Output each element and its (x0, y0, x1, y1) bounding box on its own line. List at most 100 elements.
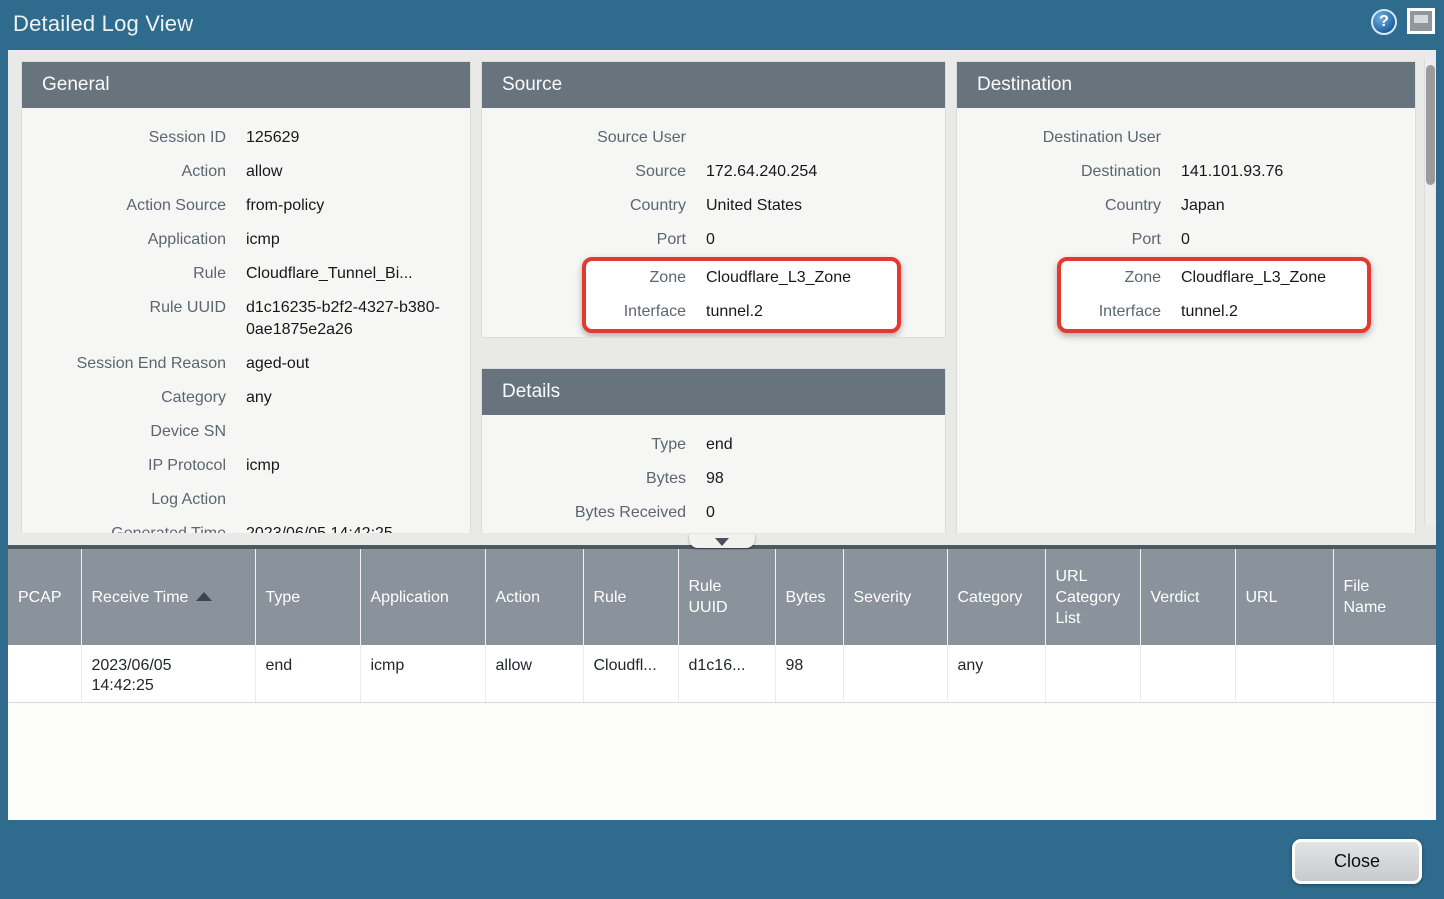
col-header-url-category-list[interactable]: URL Category List (1045, 549, 1140, 645)
cell-rule-uuid[interactable]: d1c16... (678, 645, 775, 703)
col-header-category[interactable]: Category (947, 549, 1045, 645)
field-value (246, 489, 460, 511)
cell-type[interactable]: end (255, 645, 360, 703)
col-header-label: URL Category List (1056, 566, 1134, 629)
field-value: 125629 (246, 127, 460, 149)
field-row-destination-zone: Zone Cloudflare_L3_Zone (1061, 261, 1367, 295)
field-value: 172.64.240.254 (706, 161, 935, 183)
field-label: Action Source (22, 195, 226, 217)
details-panel-body: Type end Bytes 98 Bytes Received 0 (482, 415, 945, 530)
field-value: aged-out (246, 353, 460, 375)
panels-scrollbar-thumb[interactable] (1426, 65, 1435, 185)
field-label: Source (482, 161, 686, 183)
col-header-url[interactable]: URL (1235, 549, 1333, 645)
col-header-action[interactable]: Action (485, 549, 583, 645)
field-label: Interface (1061, 301, 1161, 323)
field-value: United States (706, 195, 935, 217)
field-row-session-end-reason: Session End Reason aged-out (22, 347, 470, 381)
field-row-source-port: Port 0 (482, 223, 945, 257)
col-header-label: Verdict (1151, 587, 1229, 608)
cell-verdict[interactable] (1140, 645, 1235, 703)
cell-url[interactable] (1235, 645, 1333, 703)
field-row-rule: Rule Cloudflare_Tunnel_Bi... (22, 257, 470, 291)
field-value: end (706, 434, 935, 456)
col-header-rule[interactable]: Rule (583, 549, 678, 645)
field-label: Generated Time (22, 523, 226, 533)
field-row-destination-country: Country Japan (957, 189, 1415, 223)
field-label: Rule (22, 263, 226, 285)
cell-receive-time[interactable]: 2023/06/05 14:42:25 (81, 645, 255, 703)
cell-application[interactable]: icmp (360, 645, 485, 703)
field-value: 0 (1181, 229, 1405, 251)
cell-action[interactable]: allow (485, 645, 583, 703)
field-row-action-source: Action Source from-policy (22, 189, 470, 223)
cell-file-name[interactable] (1333, 645, 1436, 703)
dialog-content: General Session ID 125629 Action allow A… (8, 50, 1436, 820)
cell-severity[interactable] (843, 645, 947, 703)
col-header-label: File Name (1344, 576, 1400, 618)
col-header-receive-time[interactable]: Receive Time (81, 549, 255, 645)
panels-scrollbar[interactable] (1424, 58, 1435, 525)
col-header-application[interactable]: Application (360, 549, 485, 645)
field-row-source: Source 172.64.240.254 (482, 155, 945, 189)
field-row-source-zone: Zone Cloudflare_L3_Zone (586, 261, 897, 295)
cell-bytes[interactable]: 98 (775, 645, 843, 703)
details-panel-title: Details (482, 369, 945, 415)
field-value (246, 421, 460, 443)
field-value: icmp (246, 229, 460, 251)
general-panel-body: Session ID 125629 Action allow Action So… (22, 108, 470, 533)
page-title: Detailed Log View (13, 11, 193, 37)
field-row-bytes: Bytes 98 (482, 462, 945, 496)
col-header-severity[interactable]: Severity (843, 549, 947, 645)
field-label: Device SN (22, 421, 226, 443)
field-label: Zone (1061, 267, 1161, 289)
col-header-bytes[interactable]: Bytes (775, 549, 843, 645)
field-label: Type (482, 434, 686, 456)
cell-category[interactable]: any (947, 645, 1045, 703)
field-row-source-interface: Interface tunnel.2 (586, 295, 897, 329)
field-label: Action (22, 161, 226, 183)
field-row-source-user: Source User (482, 121, 945, 155)
cell-url-category-list[interactable] (1045, 645, 1140, 703)
field-value: 98 (706, 468, 935, 490)
field-row-destination-interface: Interface tunnel.2 (1061, 295, 1367, 329)
field-label: IP Protocol (22, 455, 226, 477)
detail-panels-section: General Session ID 125629 Action allow A… (8, 50, 1436, 533)
col-header-file-name[interactable]: File Name (1333, 549, 1436, 645)
field-label: Application (22, 229, 226, 251)
cell-rule[interactable]: Cloudfl... (583, 645, 678, 703)
col-header-text: Receive Time (92, 589, 189, 606)
field-row-rule-uuid: Rule UUID d1c16235-b2f2-4327-b380-0ae187… (22, 291, 470, 347)
field-label: Destination (957, 161, 1161, 183)
restore-window-icon[interactable] (1407, 8, 1435, 34)
field-label: Zone (586, 267, 686, 289)
field-row-application: Application icmp (22, 223, 470, 257)
col-header-type[interactable]: Type (255, 549, 360, 645)
log-table-row[interactable]: 2023/06/05 14:42:25 end icmp allow Cloud… (8, 645, 1436, 703)
general-panel-title: General (22, 62, 470, 108)
col-header-label: Rule (594, 587, 672, 608)
field-row-ip-protocol: IP Protocol icmp (22, 449, 470, 483)
field-label: Bytes Received (482, 502, 686, 524)
field-value (1181, 127, 1405, 149)
source-panel-title: Source (482, 62, 945, 108)
field-value: Cloudflare_Tunnel_Bi... (246, 263, 460, 285)
col-header-label: Action (496, 587, 577, 608)
field-value: any (246, 387, 460, 409)
field-value: Cloudflare_L3_Zone (706, 267, 893, 289)
field-row-type: Type end (482, 428, 945, 462)
close-button[interactable]: Close (1292, 839, 1422, 884)
field-row-category: Category any (22, 381, 470, 415)
collapse-table-handle[interactable] (689, 534, 755, 548)
col-header-pcap[interactable]: PCAP (8, 549, 81, 645)
col-header-rule-uuid[interactable]: Rule UUID (678, 549, 775, 645)
field-row-device-sn: Device SN (22, 415, 470, 449)
cell-pcap[interactable] (8, 645, 81, 703)
destination-zone-interface-highlight: Zone Cloudflare_L3_Zone Interface tunnel… (1057, 257, 1371, 333)
help-icon[interactable]: ? (1371, 9, 1397, 35)
general-panel: General Session ID 125629 Action allow A… (22, 62, 470, 533)
cell-text: 2023/06/05 14:42:25 (92, 656, 188, 696)
field-value: icmp (246, 455, 460, 477)
col-header-verdict[interactable]: Verdict (1140, 549, 1235, 645)
field-label: Session End Reason (22, 353, 226, 375)
